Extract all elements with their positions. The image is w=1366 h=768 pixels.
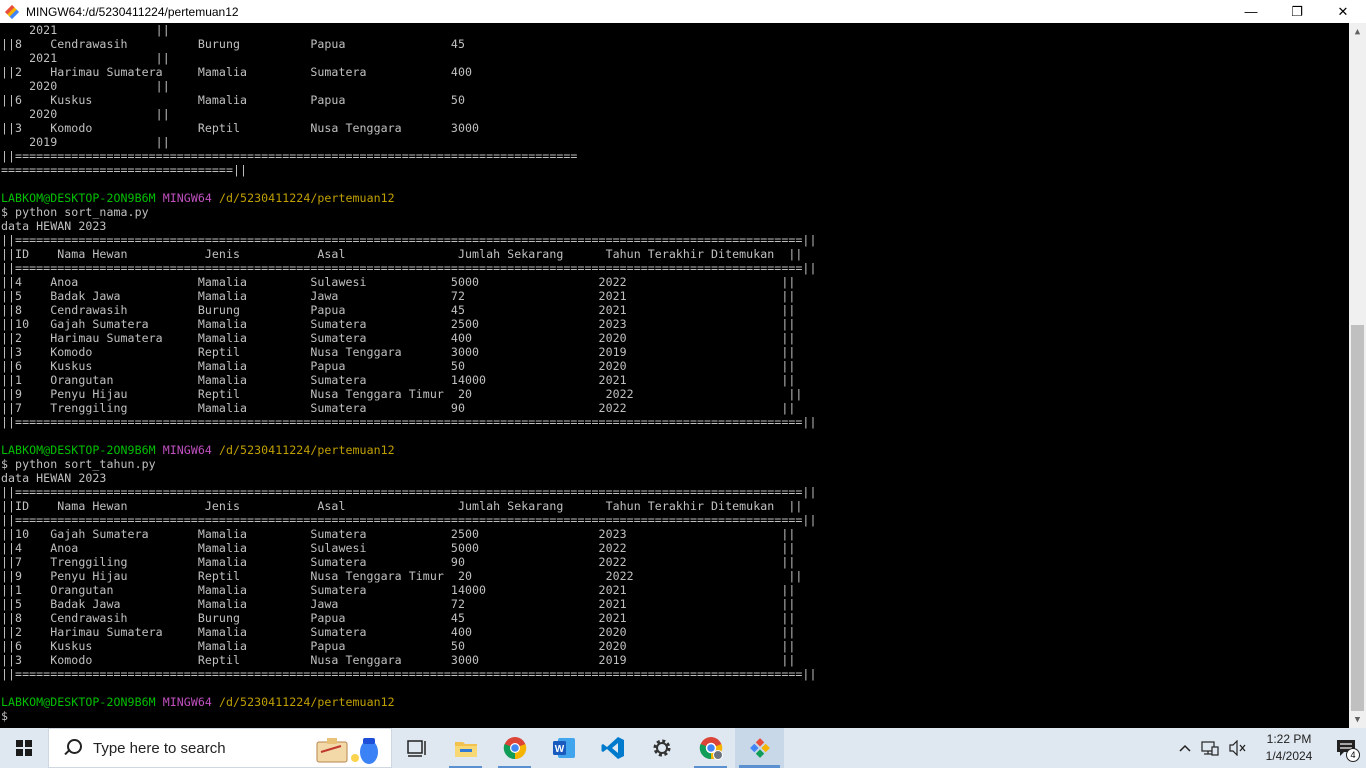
terminal-line: ||7 Trenggiling Mamalia Sumatera 90 2022… (1, 401, 796, 415)
windows-logo-icon (16, 740, 32, 756)
git-bash-app-icon (4, 4, 20, 20)
terminal-line: ||======================================… (1, 513, 817, 527)
terminal-line: ||2 Harimau Sumatera Mamalia Sumatera 40… (1, 65, 473, 79)
search-highlight-illustration-icon (316, 738, 378, 764)
maximize-button[interactable]: ❐ (1274, 0, 1320, 23)
terminal-line: 2019 || (1, 135, 170, 149)
chrome-profile-icon[interactable] (686, 728, 735, 768)
terminal-line: ||5 Badak Jawa Mamalia Jawa 72 2021 || (1, 289, 796, 303)
terminal-line: ||10 Gajah Sumatera Mamalia Sumatera 250… (1, 317, 796, 331)
scroll-thumb[interactable] (1351, 325, 1364, 711)
prompt-system: MINGW64 (162, 191, 212, 205)
vscode-icon[interactable] (588, 728, 637, 768)
terminal-line: ||2 Harimau Sumatera Mamalia Sumatera 40… (1, 625, 796, 639)
terminal-line: ||======================================… (1, 149, 578, 163)
terminal-line: ||ID Nama Hewan Jenis Asal Jumlah Sekara… (1, 499, 803, 513)
terminal-line: ||5 Badak Jawa Mamalia Jawa 72 2021 || (1, 597, 796, 611)
terminal-line: 2021 || (1, 51, 170, 65)
show-hidden-icons-chevron-up-icon[interactable] (1174, 728, 1196, 768)
terminal-line: ||======================================… (1, 667, 817, 681)
terminal-line: data HEWAN 2023 (1, 471, 107, 485)
volume-muted-icon[interactable] (1224, 728, 1252, 768)
prompt-path: /d/5230411224/pertemuan12 (218, 191, 395, 205)
terminal-line: ||2 Harimau Sumatera Mamalia Sumatera 40… (1, 331, 796, 345)
terminal-line: ||======================================… (1, 261, 817, 275)
taskbar: Type here to search W 1:22 PM 1/4/2024 4 (0, 728, 1366, 768)
search-placeholder: Type here to search (93, 739, 226, 757)
terminal-line: ||3 Komodo Reptil Nusa Tenggara 3000 (1, 121, 480, 135)
search-icon (63, 739, 82, 757)
terminal-line: $ (1, 709, 9, 723)
terminal-line: $ python sort_nama.py (1, 205, 149, 219)
terminal-line: =================================|| (1, 163, 248, 177)
notification-center-button[interactable]: 4 (1326, 728, 1366, 768)
terminal-line: ||9 Penyu Hijau Reptil Nusa Tenggara Tim… (1, 387, 803, 401)
terminal-line: ||6 Kuskus Mamalia Papua 50 2020 || (1, 359, 796, 373)
task-view-icon[interactable] (392, 728, 441, 768)
terminal-line: 2021 || (1, 23, 170, 37)
terminal-line: ||3 Komodo Reptil Nusa Tenggara 3000 201… (1, 653, 796, 667)
prompt-user-host: LABKOM@DESKTOP-2ON9B6M (1, 443, 156, 457)
scroll-up-arrow-icon[interactable]: ▲ (1349, 23, 1366, 40)
terminal-line: ||8 Cendrawasih Burung Papua 45 2021 || (1, 303, 796, 317)
terminal-line: ||======================================… (1, 485, 817, 499)
window-title: MINGW64:/d/5230411224/pertemuan12 (26, 4, 239, 19)
notification-count-badge: 4 (1346, 748, 1360, 762)
system-tray: 1:22 PM 1/4/2024 4 (1174, 728, 1366, 768)
terminal-line: ||3 Komodo Reptil Nusa Tenggara 3000 201… (1, 345, 796, 359)
terminal-line: ||======================================… (1, 415, 817, 429)
terminal-line: ||6 Kuskus Mamalia Papua 50 (1, 93, 465, 107)
terminal-line: 2020 || (1, 107, 170, 121)
terminal-line: 2020 || (1, 79, 170, 93)
prompt-user-host: LABKOM@DESKTOP-2ON9B6M (1, 695, 156, 709)
settings-icon[interactable] (637, 728, 686, 768)
prompt-path: /d/5230411224/pertemuan12 (218, 695, 395, 709)
prompt-system: MINGW64 (162, 443, 212, 457)
terminal-line: ||4 Anoa Mamalia Sulawesi 5000 2022 || (1, 275, 796, 289)
terminal-line: ||9 Penyu Hijau Reptil Nusa Tenggara Tim… (1, 569, 803, 583)
terminal-line: ||8 Cendrawasih Burung Papua 45 2021 || (1, 611, 796, 625)
taskbar-clock[interactable]: 1:22 PM 1/4/2024 (1252, 728, 1326, 768)
terminal-line: ||4 Anoa Mamalia Sulawesi 5000 2022 || (1, 541, 796, 555)
minimize-button[interactable]: — (1228, 0, 1274, 23)
terminal-line: $ python sort_tahun.py (1, 457, 156, 471)
terminal-output[interactable]: 2021 || ||8 Cendrawasih Burung Papua 45 2… (0, 23, 1349, 728)
clock-time: 1:22 PM (1266, 732, 1312, 746)
file-explorer-icon[interactable] (441, 728, 490, 768)
terminal-line: ||8 Cendrawasih Burung Papua 45 (1, 37, 465, 51)
terminal-prompt-line: LABKOM@DESKTOP-2ON9B6M MINGW64 /d/523041… (1, 191, 816, 205)
terminal-prompt-line: LABKOM@DESKTOP-2ON9B6M MINGW64 /d/523041… (1, 695, 816, 709)
clock-date: 1/4/2024 (1265, 749, 1313, 763)
terminal-line: ||1 Orangutan Mamalia Sumatera 14000 202… (1, 373, 796, 387)
prompt-system: MINGW64 (162, 695, 212, 709)
terminal-line: ||10 Gajah Sumatera Mamalia Sumatera 250… (1, 527, 796, 541)
scroll-down-arrow-icon[interactable]: ▼ (1349, 711, 1366, 728)
terminal-scrollbar[interactable]: ▲ ▼ (1349, 23, 1366, 728)
terminal-line: ||ID Nama Hewan Jenis Asal Jumlah Sekara… (1, 247, 803, 261)
chrome-icon[interactable] (490, 728, 539, 768)
start-button[interactable] (0, 728, 48, 768)
prompt-path: /d/5230411224/pertemuan12 (218, 443, 395, 457)
terminal-line: ||7 Trenggiling Mamalia Sumatera 90 2022… (1, 555, 796, 569)
window-title-bar[interactable]: MINGW64:/d/5230411224/pertemuan12 — ❐ ✕ (0, 0, 1366, 23)
close-button[interactable]: ✕ (1320, 0, 1366, 23)
terminal-lines: 2021 || ||8 Cendrawasih Burung Papua 45 2… (1, 23, 816, 723)
terminal-line: data HEWAN 2023 (1, 219, 107, 233)
terminal-line: ||6 Kuskus Mamalia Papua 50 2020 || (1, 639, 796, 653)
word-icon[interactable]: W (539, 728, 588, 768)
network-icon[interactable] (1196, 728, 1224, 768)
svg-text:W: W (554, 744, 564, 755)
git-bash-icon[interactable] (735, 728, 784, 768)
terminal-line: ||======================================… (1, 233, 817, 247)
terminal-prompt-line: LABKOM@DESKTOP-2ON9B6M MINGW64 /d/523041… (1, 443, 816, 457)
terminal-line: ||1 Orangutan Mamalia Sumatera 14000 202… (1, 583, 796, 597)
prompt-user-host: LABKOM@DESKTOP-2ON9B6M (1, 191, 156, 205)
taskbar-search-box[interactable]: Type here to search (48, 728, 392, 768)
